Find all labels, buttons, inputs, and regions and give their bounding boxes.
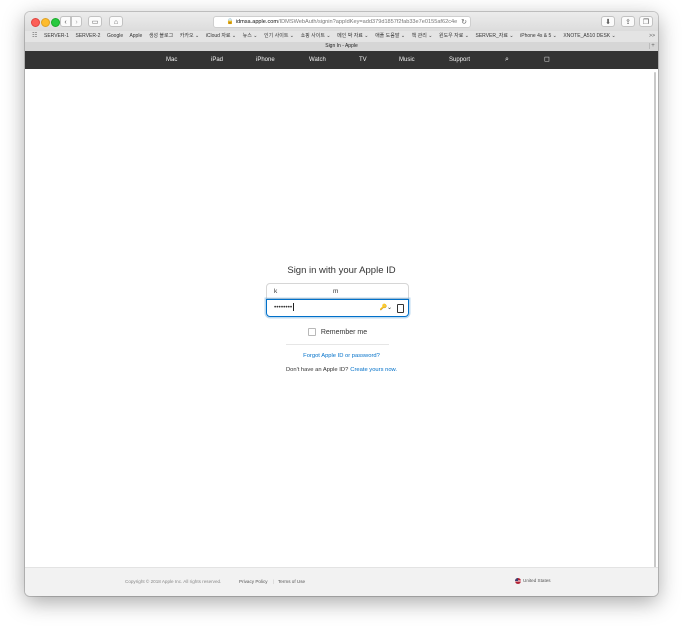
page-title: Sign in with your Apple ID — [287, 265, 396, 276]
download-icon[interactable]: ⬇ — [601, 16, 615, 27]
forward-icon[interactable]: › — [71, 16, 82, 27]
bookmark-item[interactable]: 윈도우 자료 ⌄ — [439, 33, 469, 39]
apple-id-value: k — [274, 288, 278, 295]
sidebar-icon[interactable]: ▭ — [88, 16, 102, 27]
divider — [286, 344, 389, 345]
bookmark-item[interactable]: 뉴스 ⌄ — [243, 33, 258, 39]
nav-item-music[interactable]: Music — [399, 51, 415, 69]
close-window-button[interactable] — [31, 18, 40, 27]
bag-icon[interactable]: ◻ — [544, 51, 550, 69]
reload-icon[interactable]: ↻ — [461, 17, 467, 27]
bookmark-item[interactable]: SERVER-1 — [44, 33, 69, 39]
privacy-policy-link[interactable]: Privacy Policy — [239, 579, 268, 584]
sign-in-arrow-button[interactable] — [397, 304, 404, 313]
apple-id-value-2: m — [333, 288, 339, 295]
share-icon[interactable]: ⇪ — [621, 16, 635, 27]
page-content: Sign in with your Apple ID k m •••••••• … — [25, 69, 658, 576]
bookmarks-grid-icon[interactable]: ☷ — [32, 31, 37, 42]
page-footer: Copyright © 2018 Apple Inc. All rights r… — [25, 567, 658, 596]
address-bar[interactable]: 🔒 idmsa.apple.com/IDMSWebAuth/signin?appI… — [213, 16, 471, 28]
bookmark-item[interactable]: 애플 도움말 ⌄ — [375, 33, 405, 39]
bookmark-item[interactable]: 인기 사이트 ⌄ — [264, 33, 294, 39]
scrollbar[interactable] — [654, 72, 656, 576]
bookmark-item[interactable]: 카카오 ⌄ — [180, 33, 199, 39]
minimize-window-button[interactable] — [41, 18, 50, 27]
bookmark-item[interactable]: iCloud 자료 ⌄ — [206, 33, 236, 39]
bookmark-item[interactable]: 책 관리 ⌄ — [412, 33, 433, 39]
password-field[interactable]: •••••••• 🔑⌄ — [266, 299, 409, 317]
address-path: /IDMSWebAuth/signin?appIdKey=add379d1857… — [278, 19, 458, 25]
nav-item-ipad[interactable]: iPad — [211, 51, 223, 69]
remember-me-row[interactable]: Remember me — [266, 328, 409, 336]
bookmark-item[interactable]: 메인 박 자료 ⌄ — [337, 33, 368, 39]
bookmark-item[interactable]: iPhone 4s & 5 ⌄ — [520, 33, 557, 39]
create-account-link[interactable]: Create yours now. — [350, 367, 397, 373]
home-icon[interactable]: ⌂ — [109, 16, 123, 27]
tab-sign-in[interactable]: Sign In - Apple — [325, 43, 358, 49]
locale-label: United States — [523, 578, 551, 584]
no-apple-id-text: Don't have an Apple ID? — [285, 367, 349, 373]
terms-of-use-link[interactable]: Terms of Use — [278, 579, 305, 584]
signin-form: k m •••••••• 🔑⌄ Remember me — [266, 283, 409, 345]
bookmark-list: SERVER-1 SERVER-2 Google Apple 생성 블로그 카카… — [44, 31, 621, 42]
remember-me-checkbox[interactable] — [307, 328, 316, 336]
forgot-link[interactable]: Forgot Apple ID or password? — [25, 353, 658, 359]
bookmark-item[interactable]: Apple — [129, 33, 142, 39]
new-tab-icon[interactable]: + — [649, 43, 656, 49]
bookmark-item[interactable]: 쇼핑 사이트 ⌄ — [301, 33, 331, 39]
key-icon[interactable]: 🔑⌄ — [380, 300, 393, 316]
apple-id-field[interactable]: k m — [266, 283, 409, 299]
nav-item-mac[interactable]: Mac — [166, 51, 177, 69]
create-account-row: Don't have an Apple ID? Create yours now. — [25, 367, 658, 373]
browser-toolbar: ‹ › ▭ ⌂ 🔒 idmsa.apple.com/IDMSWebAuth/sig… — [25, 12, 658, 32]
bookmark-item[interactable]: SERVER-2 — [76, 33, 101, 39]
search-icon[interactable]: ⌕ — [505, 51, 509, 69]
nav-item-iphone[interactable]: iPhone — [256, 51, 275, 69]
remember-me-label: Remember me — [320, 328, 368, 336]
browser-window: ‹ › ▭ ⌂ 🔒 idmsa.apple.com/IDMSWebAuth/sig… — [25, 12, 658, 596]
footer-separator: | — [273, 579, 275, 584]
bookmark-item[interactable]: XNOTE_A510 DESK ⌄ — [563, 33, 615, 39]
bookmark-item[interactable]: SERVER_자료 ⌄ — [476, 33, 514, 39]
bookmark-item[interactable]: Google — [107, 33, 123, 39]
nav-item-support[interactable]: Support — [449, 51, 470, 69]
password-value: •••••••• — [274, 304, 293, 311]
lock-icon: 🔒 — [226, 19, 234, 25]
locale-selector[interactable]: United States — [515, 578, 551, 584]
address-host: idmsa.apple.com — [235, 19, 279, 25]
copyright-text: Copyright © 2018 Apple Inc. All rights r… — [125, 579, 222, 584]
nav-item-watch[interactable]: Watch — [309, 51, 326, 69]
maximize-window-button[interactable] — [51, 18, 60, 27]
tabs-overview-icon[interactable]: ❐ — [639, 16, 653, 27]
text-caret — [293, 303, 294, 312]
bookmark-item[interactable]: 생성 블로그 — [149, 33, 173, 39]
back-icon[interactable]: ‹ — [60, 16, 71, 27]
apple-global-nav: Mac iPad iPhone Watch TV Music Support ⌕… — [25, 51, 658, 69]
bookmarks-more-icon[interactable]: >> — [649, 31, 655, 42]
nav-item-tv[interactable]: TV — [359, 51, 367, 69]
us-flag-icon — [515, 578, 521, 584]
